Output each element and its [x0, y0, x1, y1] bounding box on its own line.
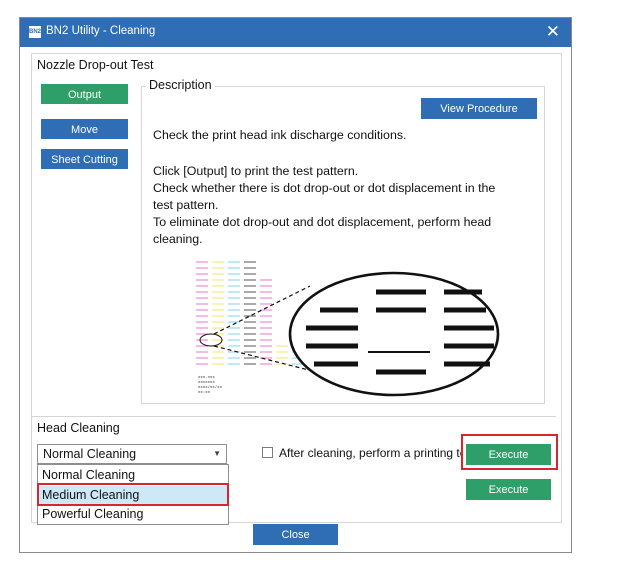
head-cleaning-title: Head Cleaning [37, 421, 120, 435]
description-line-6: cleaning. [153, 232, 203, 246]
close-icon[interactable]: ✕ [546, 23, 560, 40]
description-line-2: Click [Output] to print the test pattern… [153, 164, 359, 178]
sheet-cutting-button[interactable]: Sheet Cutting [41, 149, 128, 169]
pattern-caption-line-1: xxx-xxx [198, 376, 215, 380]
description-line-4: test pattern. [153, 198, 219, 212]
app-icon: BN2 [29, 26, 41, 38]
head-cleaning-divider [31, 416, 556, 417]
title-bar: BN2 BN2 Utility - Cleaning ✕ [20, 18, 571, 47]
view-procedure-video-button[interactable]: View Procedure Video [421, 98, 537, 135]
print-test-checkbox[interactable] [262, 447, 273, 458]
description-line-5: To eliminate dot drop-out and dot displa… [153, 215, 492, 229]
execute-button-secondary[interactable]: Execute [466, 479, 551, 500]
move-button[interactable]: Move [41, 119, 128, 139]
pattern-caption-line-3: xxxx/xx/xx [198, 385, 223, 390]
pattern-caption-line-2: xxxxxxx [198, 381, 215, 385]
description-line-1: Check the print head ink discharge condi… [153, 128, 407, 142]
cleaning-dialog: BN2 BN2 Utility - Cleaning ✕ Nozzle Drop… [19, 17, 572, 553]
pattern-caption: xxx-xxx xxxxxxx xxxx/xx/xx xx:xx [198, 376, 223, 395]
description-line-3: Check whether there is dot drop-out or d… [153, 181, 496, 195]
test-pattern-illustration: xxx-xxx xxxxxxx xxxx/xx/xx xx:xx [196, 261, 500, 397]
window-title: BN2 Utility - Cleaning [46, 25, 156, 37]
output-button[interactable]: Output [41, 84, 128, 104]
pattern-caption-line-4: xx:xx [198, 391, 211, 395]
print-test-checkbox-label: After cleaning, perform a printing test [279, 446, 463, 460]
description-legend: Description [146, 78, 215, 92]
close-button[interactable]: Close [253, 524, 338, 545]
medium-cleaning-highlight-outline [37, 483, 229, 506]
chevron-down-icon: ▼ [213, 449, 221, 458]
option-powerful-cleaning[interactable]: Powerful Cleaning [38, 505, 228, 524]
cleaning-type-select[interactable]: Normal Cleaning ▼ [37, 444, 227, 464]
magnified-nozzle-view [288, 271, 500, 397]
cleaning-type-selected-value: Normal Cleaning [43, 447, 137, 461]
execute-highlight-outline [461, 434, 558, 470]
nozzle-test-title: Nozzle Drop-out Test [37, 58, 154, 72]
